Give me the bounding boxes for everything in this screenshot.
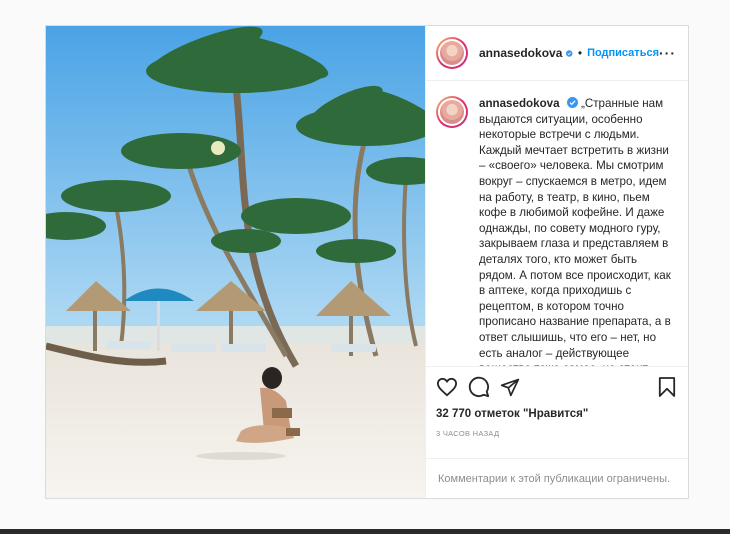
post-header: annasedokova • Подписаться ··· (426, 26, 688, 81)
actions-section: 32 770 отметок "Нравится" 3 часов назад (426, 366, 688, 458)
post-photo[interactable] (46, 26, 425, 498)
caption-text: annasedokova „Странные нам выдаются ситу… (479, 96, 676, 366)
username-link[interactable]: annasedokova (479, 46, 562, 60)
avatar[interactable] (436, 37, 468, 69)
follow-button[interactable]: Подписаться (587, 47, 659, 59)
comments-disabled-notice: Комментарии к этой публикации ограничены… (426, 458, 688, 498)
action-icons (436, 375, 676, 399)
avatar-image (440, 41, 464, 65)
separator-dot: • (577, 46, 583, 60)
more-options-button[interactable]: ··· (659, 45, 676, 61)
verified-badge-icon (566, 49, 573, 57)
caption-avatar[interactable] (436, 96, 468, 128)
paper-plane-icon[interactable] (500, 377, 520, 397)
verified-badge-icon (566, 97, 578, 108)
bottom-taskbar (0, 529, 730, 534)
avatar-image (440, 100, 464, 124)
post-sidebar: annasedokova • Подписаться ··· annasedok… (425, 26, 688, 498)
likes-count[interactable]: 32 770 отметок "Нравится" (436, 408, 676, 420)
heart-icon[interactable] (436, 377, 458, 397)
instagram-post: annasedokova • Подписаться ··· annasedok… (45, 25, 689, 499)
caption-area: annasedokova „Странные нам выдаются ситу… (426, 81, 688, 366)
caption-body: „Странные нам выдаются ситуации, особенн… (479, 97, 671, 366)
comment-bubble-icon[interactable] (468, 376, 490, 398)
bookmark-icon[interactable] (658, 376, 676, 398)
beach-photo-image (46, 26, 425, 498)
caption-username[interactable]: annasedokova (479, 97, 560, 110)
post-timestamp[interactable]: 3 часов назад (436, 429, 676, 438)
